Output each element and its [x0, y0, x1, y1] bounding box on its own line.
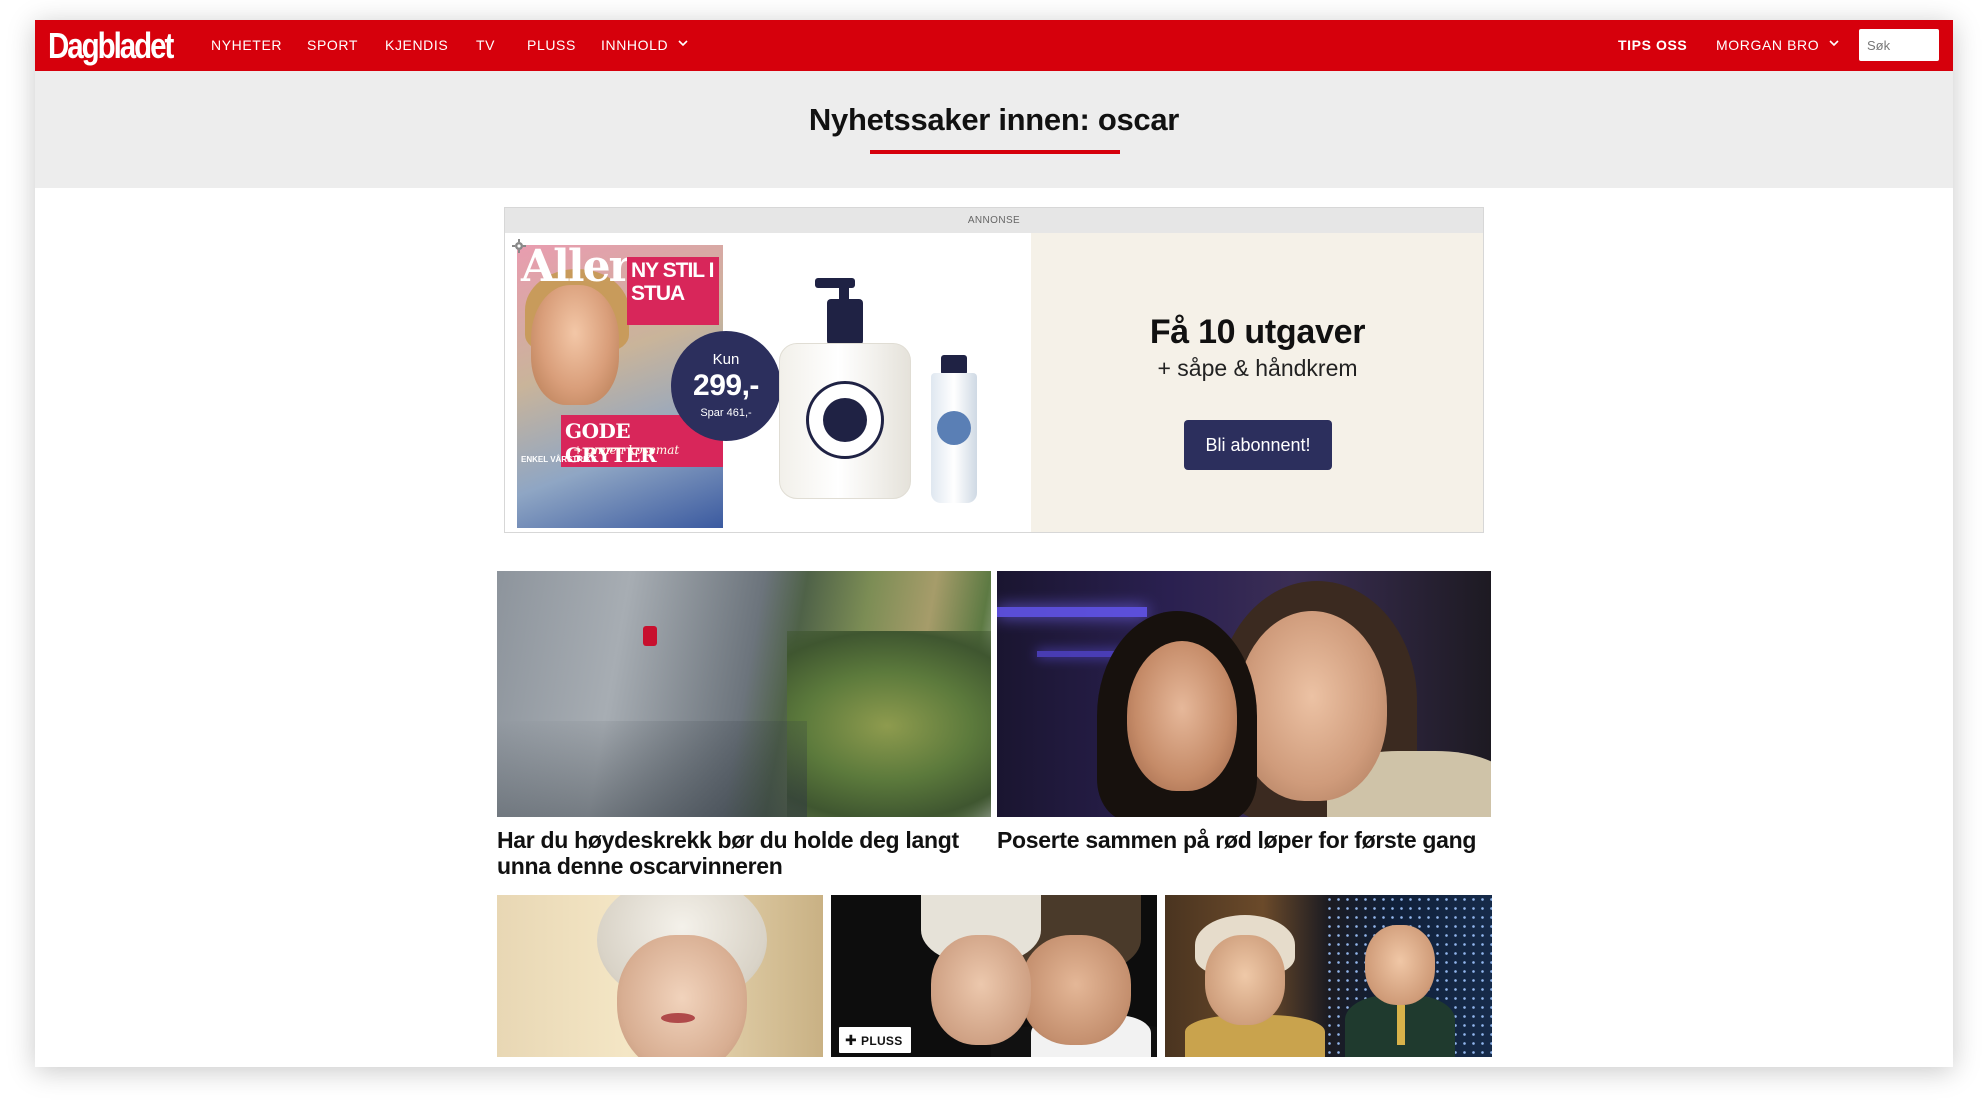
article-image[interactable] — [497, 895, 823, 1057]
chevron-down-icon — [1829, 40, 1839, 47]
article-image[interactable] — [1165, 895, 1492, 1057]
article-headline[interactable]: Har du høydeskrekk bør du holde deg lang… — [497, 827, 991, 879]
nav-item-nyheter[interactable]: NYHETER — [211, 20, 282, 71]
ad-subline: + såpe & håndkrem — [1157, 355, 1358, 381]
nav-item-innhold[interactable]: INNHOLD — [601, 20, 688, 71]
plus-icon: ✚ — [845, 1032, 858, 1048]
site-logo[interactable]: Dagbladet — [48, 26, 174, 66]
ad-copy: Få 10 utgaver + såpe & håndkrem Bli abon… — [1032, 233, 1483, 532]
nav-item-tv[interactable]: TV — [476, 20, 495, 71]
chevron-down-icon — [678, 40, 688, 47]
article-card[interactable] — [1165, 895, 1492, 1057]
price-badge: Kun 299,- Spar 461,- — [671, 331, 781, 441]
article-image[interactable] — [497, 571, 991, 817]
subscribe-button[interactable]: Bli abonnent! — [1184, 420, 1332, 470]
advertisement[interactable]: ANNONSE Allers NY STIL I STUA GODE GRYTE… — [504, 207, 1484, 533]
article-card[interactable]: Poserte sammen på rød løper for første g… — [997, 571, 1491, 871]
nav-item-innhold-label: INNHOLD — [601, 37, 669, 53]
nav-item-sport[interactable]: SPORT — [307, 20, 358, 71]
article-image[interactable] — [997, 571, 1491, 817]
article-image[interactable]: ✚ PLUSS — [831, 895, 1157, 1057]
nav-item-kjendis[interactable]: KJENDIS — [385, 20, 448, 71]
page-header: Nyhetssaker innen: oscar — [35, 71, 1953, 188]
user-menu[interactable]: MORGAN BRO — [1716, 20, 1839, 71]
magazine-small-text: ENKEL VÅRSTRIKK — [521, 455, 597, 464]
price-prefix: Kun — [712, 351, 740, 368]
top-navigation-bar: Dagbladet NYHETER SPORT KJENDIS TV PLUSS… — [35, 20, 1953, 71]
browser-page: Dagbladet NYHETER SPORT KJENDIS TV PLUSS… — [35, 20, 1953, 1067]
search-input[interactable] — [1859, 29, 1939, 61]
pluss-badge: ✚ PLUSS — [839, 1027, 911, 1053]
pluss-badge-label: PLUSS — [861, 1034, 903, 1048]
price-savings: Spar 461,- — [700, 407, 752, 419]
ad-headline: Få 10 utgaver — [1149, 313, 1366, 351]
ad-label: ANNONSE — [505, 208, 1483, 233]
ad-product-image[interactable]: Allers NY STIL I STUA GODE GRYTER + anne… — [505, 233, 1031, 532]
magazine-headline: NY STIL I STUA — [631, 259, 714, 305]
article-card[interactable]: Har du høydeskrekk bør du holde deg lang… — [497, 571, 991, 879]
nav-item-pluss[interactable]: PLUSS — [527, 20, 576, 71]
user-menu-label: MORGAN BRO — [1716, 37, 1820, 53]
page-title: Nyhetssaker innen: oscar — [808, 102, 1180, 137]
title-underline — [870, 150, 1120, 154]
article-headline[interactable]: Poserte sammen på rød løper for første g… — [997, 827, 1491, 853]
price-value: 299,- — [693, 369, 759, 402]
gear-icon[interactable] — [512, 239, 526, 253]
article-card[interactable] — [497, 895, 823, 1057]
tips-oss-link[interactable]: TIPS OSS — [1618, 20, 1687, 71]
article-card[interactable]: ✚ PLUSS — [831, 895, 1157, 1057]
